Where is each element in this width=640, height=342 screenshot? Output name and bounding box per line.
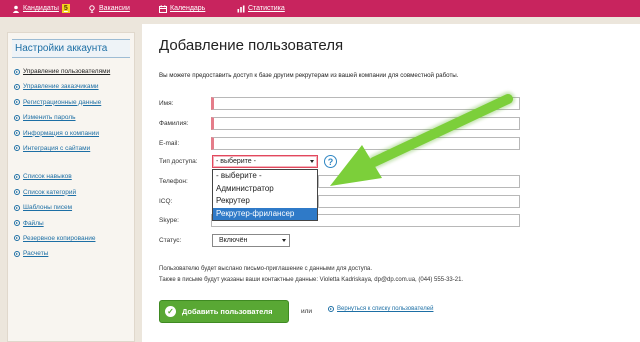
top-navigation: Кандидаты 5 Вакансии Календарь Статистик… [0, 0, 640, 17]
sidebar-group-data: Список навыков Список категорий Шаблоны пи… [14, 171, 134, 259]
arrow-right-icon [14, 220, 20, 227]
name-row: Имя: [159, 97, 211, 110]
sidebar-item-label[interactable]: Список навыков [23, 173, 72, 180]
sidebar-item-label[interactable]: Изменить пароль [23, 114, 76, 121]
sidebar-item-label[interactable]: Шаблоны писем [23, 204, 72, 211]
access-option[interactable]: - выберите - [213, 170, 317, 183]
arrow-right-icon [14, 189, 20, 196]
sidebar-item[interactable]: Интеграция с сайтами [14, 143, 134, 154]
access-type-select[interactable]: - выберите - [212, 155, 318, 168]
sidebar-item-label[interactable]: Управление пользователями [23, 68, 110, 75]
account-settings-sidebar: Настройки аккаунта Управление пользовате… [7, 32, 135, 342]
sidebar-item[interactable]: Управление заказчиками [14, 81, 134, 92]
email-row: E-mail: [159, 137, 211, 150]
sidebar-item-label[interactable]: Расчеты [23, 250, 48, 257]
skype-row: Skype: [159, 214, 211, 227]
arrow-right-icon [14, 99, 20, 106]
check-icon: ✓ [165, 306, 176, 317]
sidebar-item-label[interactable]: Интеграция с сайтами [23, 145, 90, 152]
back-to-users[interactable]: Вернуться к списку пользователей [328, 306, 433, 312]
access-row: Тип доступа: [159, 155, 211, 168]
surname-row: Фамилия: [159, 117, 211, 130]
sidebar-item-label[interactable]: Резервное копирование [23, 235, 95, 242]
nav-statistics[interactable]: Статистика [237, 3, 285, 14]
surname-input[interactable] [211, 117, 520, 130]
status-row: Статус: [159, 234, 211, 247]
icq-label: ICQ: [159, 198, 173, 205]
sidebar-item[interactable]: Список категорий [14, 187, 134, 198]
sidebar-item[interactable]: Информация о компании [14, 128, 134, 139]
access-type-value: - выберите - [216, 158, 256, 165]
name-label: Имя: [159, 100, 174, 107]
access-option[interactable]: Администратор [213, 183, 317, 196]
nav-candidates-label: Кандидаты [23, 5, 59, 12]
arrow-right-icon [14, 204, 20, 211]
invitation-info: Пользователю будет выслано письмо-пригла… [159, 266, 373, 272]
nav-statistics-label: Статистика [248, 5, 285, 12]
page-title: Добавление пользователя [159, 37, 344, 54]
add-user-label: Добавить пользователя [182, 307, 273, 316]
icq-row: ICQ: [159, 195, 211, 208]
sidebar-item[interactable]: Регистрационные данные [14, 97, 134, 108]
sidebar-item-label[interactable]: Список категорий [23, 189, 76, 196]
phone-input[interactable] [318, 175, 520, 188]
sidebar-item[interactable]: Управление пользователями [14, 66, 134, 77]
access-type-dropdown: - выберите - Администратор Рекрутер Рекр… [212, 169, 318, 221]
sidebar-item[interactable]: Резервное копирование [14, 233, 134, 244]
sidebar-item-label[interactable]: Файлы [23, 220, 44, 227]
sidebar-title: Настройки аккаунта [12, 39, 130, 58]
status-value: Включён [219, 237, 248, 244]
sidebar-item-label[interactable]: Регистрационные данные [23, 99, 101, 106]
intro-text: Вы можете предоставить доступ к базе дру… [159, 72, 459, 79]
help-icon[interactable]: ? [324, 155, 337, 168]
arrow-right-icon [14, 130, 20, 137]
calendar-icon [159, 4, 167, 13]
main-content: Добавление пользователя Вы можете предос… [142, 24, 640, 342]
sidebar-item[interactable]: Изменить пароль [14, 112, 134, 123]
nav-calendar[interactable]: Календарь [159, 3, 205, 14]
nav-vacancies[interactable]: Вакансии [88, 3, 130, 14]
arrow-right-icon [14, 114, 20, 121]
arrow-right-icon [328, 306, 334, 312]
statistics-icon [237, 5, 245, 12]
nav-calendar-label: Календарь [170, 5, 206, 12]
nav-candidates[interactable]: Кандидаты 5 [12, 3, 70, 14]
arrow-right-icon [14, 173, 20, 180]
chevron-down-icon [310, 160, 314, 163]
vacancy-icon [89, 4, 95, 13]
access-type-label: Тип доступа: [159, 158, 198, 165]
nav-vacancies-label: Вакансии [99, 5, 130, 12]
status-select[interactable]: Включён [212, 234, 290, 247]
sidebar-group-account: Управление пользователями Управление зака… [14, 66, 134, 154]
icq-input[interactable] [318, 195, 520, 208]
access-option[interactable]: Рекрутер-фрилансер [213, 207, 317, 220]
sidebar-item[interactable]: Файлы [14, 218, 134, 229]
phone-label: Телефон: [159, 178, 188, 185]
arrow-right-icon [14, 83, 20, 90]
arrow-right-icon [14, 68, 20, 75]
arrow-right-icon [14, 235, 20, 242]
email-input[interactable] [211, 137, 520, 150]
person-icon [12, 5, 20, 13]
sidebar-item-label[interactable]: Информация о компании [23, 130, 99, 137]
arrow-right-icon [14, 250, 20, 257]
contact-info: Также в письме будут указаны ваши контак… [159, 277, 464, 283]
phone-row: Телефон: [159, 175, 211, 188]
name-input[interactable] [211, 97, 520, 110]
email-label: E-mail: [159, 140, 180, 147]
back-to-users-link[interactable]: Вернуться к списку пользователей [337, 306, 433, 312]
access-option[interactable]: Рекрутер [213, 195, 317, 208]
skype-label: Skype: [159, 217, 179, 224]
candidates-count-badge: 5 [61, 4, 70, 13]
chevron-down-icon [282, 239, 286, 242]
sidebar-item[interactable]: Список навыков [14, 171, 134, 182]
or-text: или [301, 308, 313, 315]
sidebar-item-label[interactable]: Управление заказчиками [23, 83, 99, 90]
sidebar-item[interactable]: Расчеты [14, 248, 134, 259]
sidebar-item[interactable]: Шаблоны писем [14, 202, 134, 213]
surname-label: Фамилия: [159, 120, 189, 127]
status-label: Статус: [159, 237, 182, 244]
arrow-right-icon [14, 145, 20, 152]
add-user-button[interactable]: ✓ Добавить пользователя [159, 300, 289, 323]
